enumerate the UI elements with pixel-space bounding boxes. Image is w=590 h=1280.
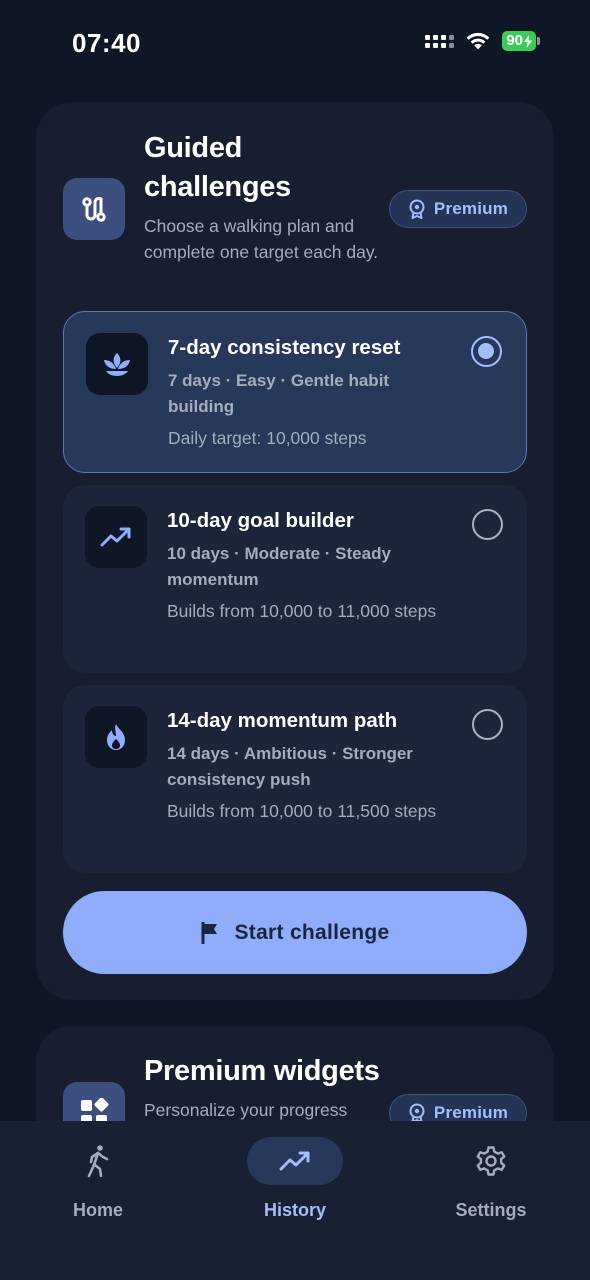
nav-label: Home xyxy=(72,1200,123,1220)
battery-charging-icon: 90 xyxy=(502,31,540,51)
challenge-title: 14-day momentum path xyxy=(167,709,398,732)
guided-title: Guided challenges xyxy=(144,132,291,203)
nav-item-settings[interactable]: Settings xyxy=(421,1137,561,1237)
challenge-option-14-day[interactable]: 14-day momentum path 14 days · Ambitious… xyxy=(63,685,527,873)
challenge-target: Builds from 10,000 to 11,500 steps xyxy=(167,801,437,821)
status-time: 07:40 xyxy=(72,28,141,58)
trending-up-icon xyxy=(85,506,147,568)
start-challenge-button[interactable]: Start challenge xyxy=(63,891,527,974)
nav-item-history[interactable]: History xyxy=(225,1137,365,1237)
flag-icon xyxy=(201,921,218,944)
lotus-icon xyxy=(86,333,148,395)
challenge-meta: 10 days · Moderate · Steady momentum xyxy=(167,544,391,589)
challenge-meta: 7 days · Easy · Gentle habit building xyxy=(168,371,390,416)
award-icon xyxy=(409,1103,425,1123)
status-bar: 07:40 90 xyxy=(0,0,590,90)
bottom-nav: Home History Settings xyxy=(0,1121,590,1280)
nav-item-home[interactable]: Home xyxy=(28,1137,168,1237)
radio-unselected[interactable] xyxy=(472,709,503,740)
status-icons: 90 xyxy=(425,30,540,52)
challenge-target: Daily target: 10,000 steps xyxy=(168,428,367,448)
premium-badge-label: Premium xyxy=(433,1103,509,1122)
radio-unselected[interactable] xyxy=(472,509,503,540)
widgets-description: Personalize your progress xyxy=(144,1100,348,1120)
widgets-title: Premium widgets xyxy=(144,1055,380,1087)
flame-icon xyxy=(85,706,147,768)
challenge-option-7-day[interactable]: 7-day consistency reset 7 days · Easy · … xyxy=(63,311,527,473)
walking-icon xyxy=(87,1145,109,1178)
challenge-title: 10-day goal builder xyxy=(167,509,354,532)
nav-label: Settings xyxy=(455,1200,527,1220)
challenge-option-10-day[interactable]: 10-day goal builder 10 days · Moderate ·… xyxy=(63,485,527,673)
guided-description: Choose a walking plan and complete one t… xyxy=(144,216,379,262)
premium-badge-label: Premium xyxy=(433,199,509,218)
premium-badge[interactable]: Premium xyxy=(389,190,527,228)
trending-up-icon xyxy=(279,1151,310,1171)
challenge-meta: 14 days · Ambitious · Stronger consisten… xyxy=(167,744,413,789)
challenge-title: 7-day consistency reset xyxy=(168,336,401,359)
radio-selected[interactable] xyxy=(471,336,502,367)
signal-icon xyxy=(425,34,455,48)
guided-challenges-card: Guided challenges Choose a walking plan … xyxy=(36,102,554,1000)
screen: 07:40 90 Guided challenges Choose a walk… xyxy=(0,0,590,1280)
wifi-icon xyxy=(466,32,490,50)
battery-level: 90 xyxy=(506,32,523,49)
award-icon xyxy=(409,199,425,219)
start-challenge-label: Start challenge xyxy=(234,920,390,944)
challenge-target: Builds from 10,000 to 11,000 steps xyxy=(167,601,437,621)
nav-label: History xyxy=(263,1200,326,1220)
gear-icon xyxy=(476,1146,506,1176)
route-icon xyxy=(63,178,125,240)
